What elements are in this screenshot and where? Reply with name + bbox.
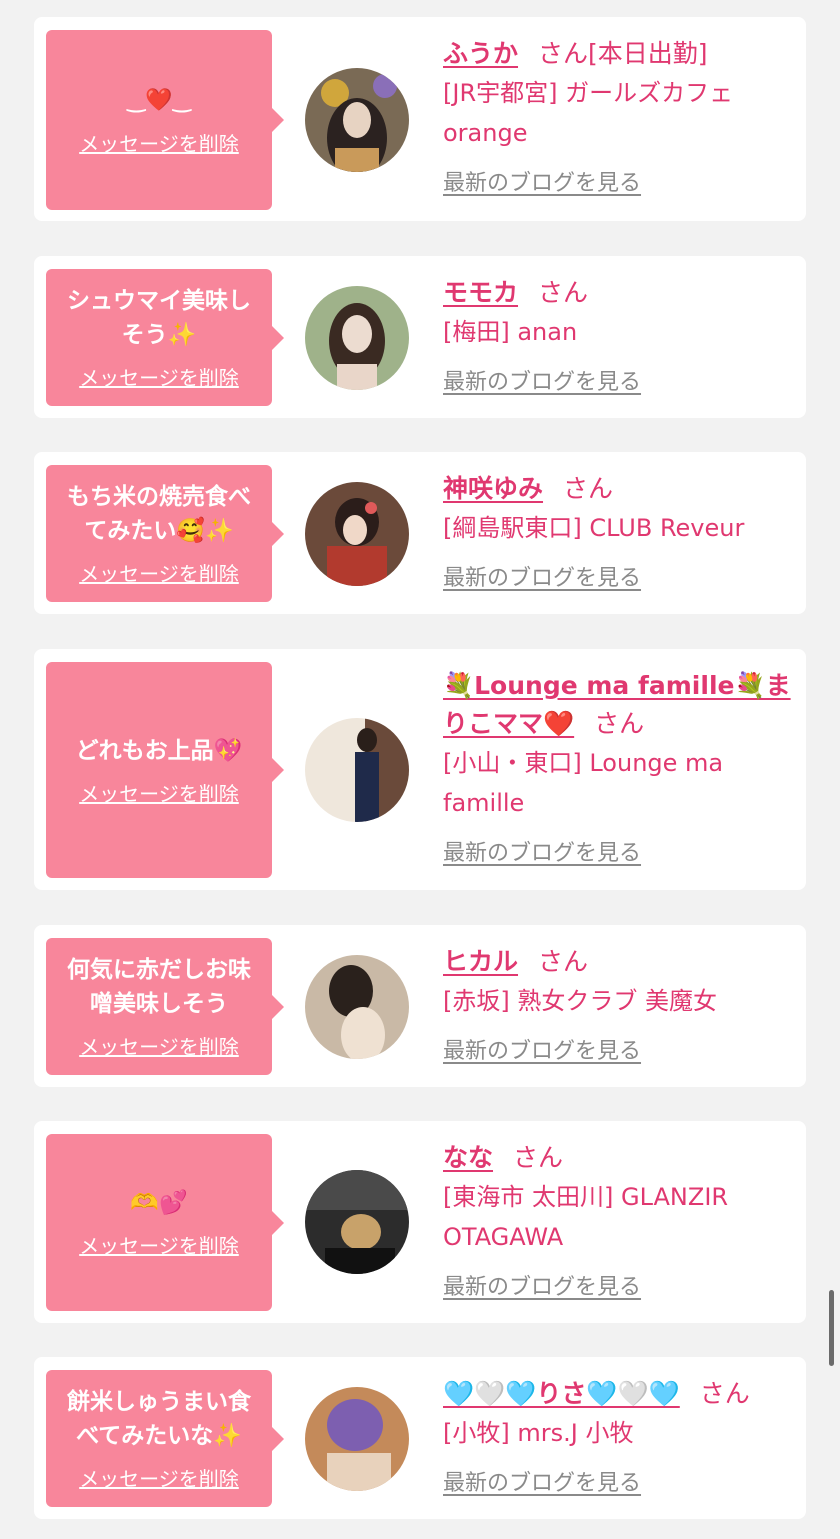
honorific: さん bbox=[513, 1143, 564, 1172]
honorific: さん bbox=[699, 1379, 750, 1408]
name-line: ふうか さん[本日出勤] bbox=[443, 35, 793, 73]
name-line: なな さん bbox=[443, 1139, 793, 1177]
avatar-image bbox=[305, 286, 409, 390]
cast-info: 神咲ゆみ さん [綱島駅東口] CLUB Reveur 最新のブログを見る bbox=[443, 470, 793, 592]
avatar[interactable] bbox=[305, 718, 409, 822]
scrollbar[interactable] bbox=[829, 1290, 834, 1366]
name-line: モモカ さん bbox=[443, 274, 793, 312]
name-line: 💐Lounge ma famille💐まりこママ❤️ さん bbox=[443, 667, 793, 743]
shop-name: [JR宇都宮] ガールズカフェ orange bbox=[443, 79, 734, 147]
cast-name-link[interactable]: なな bbox=[443, 1143, 493, 1172]
list-item: ‿❤️‿ メッセージを削除 ふうか さん[本日出勤] [JR宇都宮] ガールズカフ… bbox=[34, 17, 806, 221]
honorific: さん bbox=[538, 947, 589, 976]
list-item: どれもお上品💖 メッセージを削除 💐Lounge ma famille💐まりこマ… bbox=[34, 649, 806, 890]
shop-name: [綱島駅東口] CLUB Reveur bbox=[443, 514, 745, 542]
latest-blog-link[interactable]: 最新のブログを見る bbox=[443, 1465, 641, 1497]
cast-info: ヒカル さん [赤坂] 熟女クラブ 美魔女 最新のブログを見る bbox=[443, 943, 793, 1065]
latest-blog-link[interactable]: 最新のブログを見る bbox=[443, 165, 641, 197]
delete-message-link[interactable]: メッセージを削除 bbox=[79, 128, 239, 157]
avatar[interactable] bbox=[305, 482, 409, 586]
avatar[interactable] bbox=[305, 68, 409, 172]
shop-name: [梅田] anan bbox=[443, 318, 578, 346]
cast-info: なな さん [東海市 太田川] GLANZIR OTAGAWA 最新のブログを見る bbox=[443, 1139, 793, 1301]
message-bubble: 何気に赤だしお味噌美味しそう メッセージを削除 bbox=[46, 938, 284, 1075]
avatar-image bbox=[305, 1387, 409, 1491]
avatar-image bbox=[305, 955, 409, 1059]
cast-name-link[interactable]: ヒカル bbox=[443, 947, 518, 976]
message-bubble: 餅米しゅうまい食べてみたいな✨ メッセージを削除 bbox=[46, 1370, 284, 1507]
avatar-image bbox=[305, 482, 409, 586]
cast-name-link[interactable]: 神咲ゆみ bbox=[443, 474, 543, 503]
message-text: もち米の焼売食べてみたい🥰✨ bbox=[67, 484, 251, 544]
message-text: シュウマイ美味しそう✨ bbox=[67, 288, 251, 348]
shop-name: [小山・東口] Lounge ma famille bbox=[443, 749, 724, 817]
shop-name: [東海市 太田川] GLANZIR OTAGAWA bbox=[443, 1183, 729, 1251]
latest-blog-link[interactable]: 最新のブログを見る bbox=[443, 364, 641, 396]
list-item: もち米の焼売食べてみたい🥰✨ メッセージを削除 神咲ゆみ さん [綱島駅東口] C… bbox=[34, 452, 806, 614]
message-bubble: シュウマイ美味しそう✨ メッセージを削除 bbox=[46, 269, 284, 406]
latest-blog-link[interactable]: 最新のブログを見る bbox=[443, 560, 641, 592]
cast-info: ふうか さん[本日出勤] [JR宇都宮] ガールズカフェ orange 最新のブロ… bbox=[443, 35, 793, 197]
message-text: 🫶💕 bbox=[130, 1190, 188, 1216]
message-text: どれもお上品💖 bbox=[75, 737, 243, 764]
delete-message-link[interactable]: メッセージを削除 bbox=[79, 1463, 239, 1492]
message-text: 何気に赤だしお味噌美味しそう bbox=[67, 957, 251, 1017]
message-text: ‿❤️‿ bbox=[127, 87, 191, 113]
cast-name-link[interactable]: ふうか bbox=[443, 39, 518, 68]
delete-message-link[interactable]: メッセージを削除 bbox=[79, 558, 239, 587]
honorific: さん bbox=[594, 709, 645, 738]
avatar-image bbox=[305, 718, 409, 822]
honorific: さん bbox=[563, 474, 614, 503]
delete-message-link[interactable]: メッセージを削除 bbox=[79, 1031, 239, 1060]
avatar[interactable] bbox=[305, 1170, 409, 1274]
shop-name: [小牧] mrs.J 小牧 bbox=[443, 1419, 634, 1447]
name-line: 神咲ゆみ さん bbox=[443, 470, 793, 508]
list-item: 餅米しゅうまい食べてみたいな✨ メッセージを削除 🩵🤍🩵りさ🩵🤍🩵 さん [小牧]… bbox=[34, 1357, 806, 1519]
cast-info: 🩵🤍🩵りさ🩵🤍🩵 さん [小牧] mrs.J 小牧 最新のブログを見る bbox=[443, 1375, 793, 1497]
shop-name: [赤坂] 熟女クラブ 美魔女 bbox=[443, 987, 717, 1015]
message-bubble: 🫶💕 メッセージを削除 bbox=[46, 1134, 284, 1311]
latest-blog-link[interactable]: 最新のブログを見る bbox=[443, 1033, 641, 1065]
message-bubble: どれもお上品💖 メッセージを削除 bbox=[46, 662, 284, 878]
list-item: シュウマイ美味しそう✨ メッセージを削除 モモカ さん [梅田] anan 最新の… bbox=[34, 256, 806, 418]
message-bubble: ‿❤️‿ メッセージを削除 bbox=[46, 30, 284, 210]
name-line: ヒカル さん bbox=[443, 943, 793, 981]
cast-name-link[interactable]: 🩵🤍🩵りさ🩵🤍🩵 bbox=[443, 1379, 680, 1408]
avatar[interactable] bbox=[305, 1387, 409, 1491]
message-bubble: もち米の焼売食べてみたい🥰✨ メッセージを削除 bbox=[46, 465, 284, 602]
delete-message-link[interactable]: メッセージを削除 bbox=[79, 362, 239, 391]
delete-message-link[interactable]: メッセージを削除 bbox=[79, 778, 239, 807]
list-item: 🫶💕 メッセージを削除 なな さん [東海市 太田川] GLANZIR OTAGA… bbox=[34, 1121, 806, 1323]
avatar-image bbox=[305, 68, 409, 172]
name-line: 🩵🤍🩵りさ🩵🤍🩵 さん bbox=[443, 1375, 793, 1413]
avatar[interactable] bbox=[305, 286, 409, 390]
status-tag: [本日出勤] bbox=[588, 39, 708, 68]
message-text: 餅米しゅうまい食べてみたいな✨ bbox=[67, 1389, 251, 1449]
cast-info: 💐Lounge ma famille💐まりこママ❤️ さん [小山・東口] Lou… bbox=[443, 667, 793, 867]
honorific: さん bbox=[538, 39, 589, 68]
honorific: さん bbox=[538, 278, 589, 307]
cast-name-link[interactable]: モモカ bbox=[443, 278, 518, 307]
avatar[interactable] bbox=[305, 955, 409, 1059]
list-item: 何気に赤だしお味噌美味しそう メッセージを削除 ヒカル さん [赤坂] 熟女クラブ… bbox=[34, 925, 806, 1087]
cast-info: モモカ さん [梅田] anan 最新のブログを見る bbox=[443, 274, 793, 396]
avatar-image bbox=[305, 1170, 409, 1274]
delete-message-link[interactable]: メッセージを削除 bbox=[79, 1230, 239, 1259]
latest-blog-link[interactable]: 最新のブログを見る bbox=[443, 1269, 641, 1301]
latest-blog-link[interactable]: 最新のブログを見る bbox=[443, 835, 641, 867]
